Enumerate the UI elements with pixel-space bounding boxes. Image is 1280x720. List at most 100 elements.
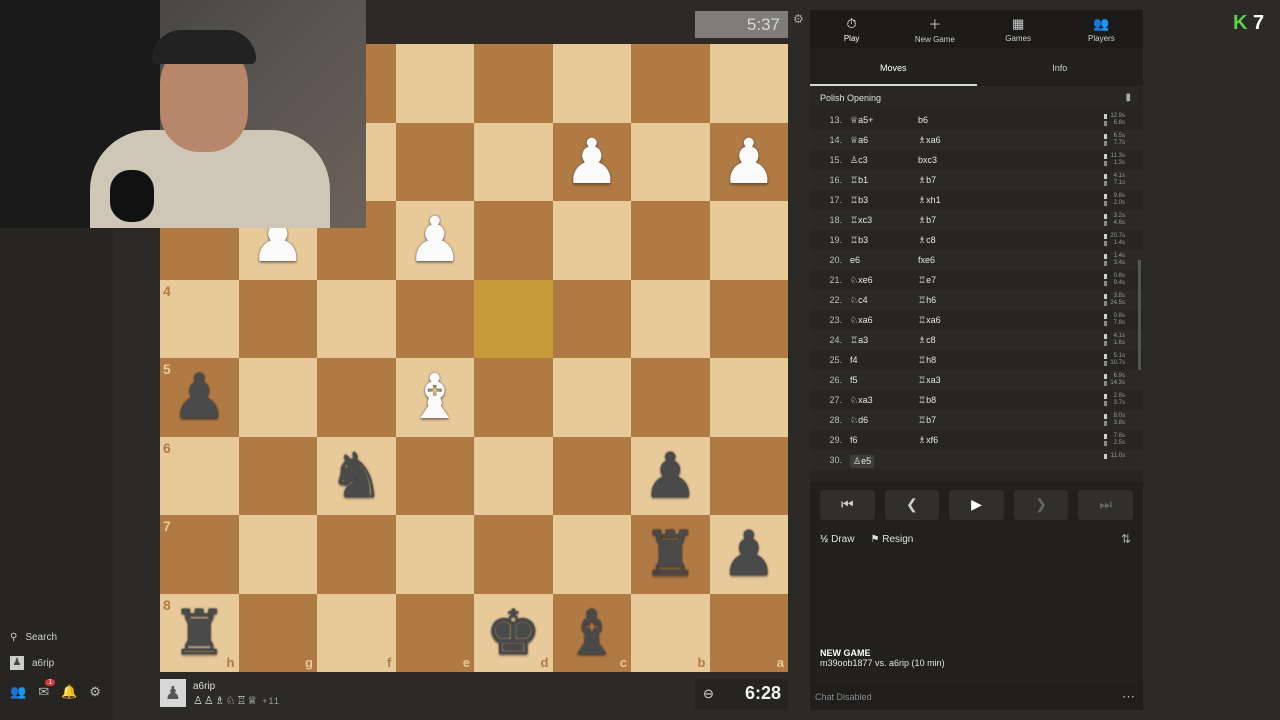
board-square[interactable] [238, 436, 317, 515]
black-move[interactable]: ♗xa6 [918, 135, 941, 146]
board-square[interactable] [238, 279, 317, 358]
board-square[interactable]: ♟ [709, 515, 789, 594]
black-move[interactable]: b6 [918, 115, 928, 125]
black-move[interactable]: bxc3 [918, 155, 937, 165]
board-square[interactable]: ♟ [709, 122, 789, 202]
black-move[interactable]: ♗xf6 [918, 435, 938, 446]
black-move[interactable]: ♖xa6 [918, 315, 941, 326]
board-square[interactable]: ♝ [395, 358, 475, 437]
gear-icon[interactable]: ⚙ [89, 684, 101, 700]
draw-button[interactable]: ½ Draw [820, 534, 854, 545]
board-square[interactable] [552, 358, 631, 437]
black-rook[interactable]: ♜ [160, 594, 239, 673]
player-name[interactable]: a6rip [193, 681, 215, 692]
board-square[interactable] [709, 201, 788, 280]
white-move[interactable]: f6 [850, 435, 858, 445]
board-square[interactable]: f [317, 593, 396, 672]
move-list-scrollbar[interactable] [1138, 260, 1141, 370]
board-square[interactable]: 6 [160, 436, 239, 515]
board-square[interactable] [317, 279, 396, 358]
board-square[interactable]: 8 h ♜ [160, 593, 239, 673]
white-move[interactable]: ♖b1 [850, 175, 868, 186]
board-square[interactable] [631, 201, 710, 280]
tab-info[interactable]: Info [977, 48, 1144, 86]
black-bishop[interactable]: ♝ [553, 594, 632, 673]
board-square[interactable] [238, 515, 317, 594]
book-icon[interactable]: ▮ [1125, 92, 1131, 103]
black-rook[interactable]: ♜ [631, 515, 710, 594]
white-move[interactable]: ♕a6 [850, 135, 868, 146]
board-square[interactable] [709, 44, 788, 123]
board-square[interactable] [631, 358, 710, 437]
next-move-button[interactable]: ❯ [1013, 490, 1069, 520]
friends-icon[interactable]: 👥 [10, 684, 26, 700]
board-square[interactable] [395, 279, 474, 358]
black-pawn[interactable]: ♟ [631, 437, 710, 516]
sidebar-user[interactable]: ♟ a6rip [10, 656, 54, 670]
board-square[interactable]: ♟ [395, 201, 475, 280]
board-square[interactable]: 5 ♟ [160, 358, 239, 437]
white-move[interactable]: ♘xa3 [850, 395, 873, 406]
black-king[interactable]: ♚ [474, 594, 553, 673]
sidebar-search[interactable]: ⚲ Search [10, 632, 57, 643]
board-square[interactable]: b [631, 593, 710, 672]
black-move[interactable]: ♗b7 [918, 175, 936, 186]
white-move[interactable]: ♙c3 [850, 155, 868, 166]
black-move[interactable]: ♖xa3 [918, 375, 941, 386]
board-square[interactable]: c ♝ [552, 593, 632, 673]
white-move[interactable]: ♘xe6 [850, 275, 873, 286]
board-square[interactable] [474, 515, 553, 594]
nav-tab-new-game[interactable]: ＋ New Game [893, 10, 976, 48]
board-square[interactable] [474, 201, 553, 280]
white-move[interactable]: ♖a3 [850, 335, 868, 346]
black-move[interactable]: ♖b8 [918, 395, 936, 406]
bell-icon[interactable]: 🔔 [61, 684, 77, 700]
white-move[interactable]: ♖b3 [850, 195, 868, 206]
play-button[interactable]: ▶ [949, 490, 1004, 520]
board-square[interactable] [709, 436, 788, 515]
white-move[interactable]: ♕a5+ [850, 115, 873, 126]
white-move[interactable]: ♘c4 [850, 295, 868, 306]
board-square[interactable] [709, 279, 788, 358]
board-square[interactable]: e [395, 593, 474, 672]
board-settings-gear-icon[interactable]: ⚙ [793, 12, 804, 26]
black-move[interactable]: ♖e7 [918, 275, 936, 286]
nav-tab-play[interactable]: ⏱ Play [810, 10, 893, 48]
nav-tab-players[interactable]: 👥 Players [1060, 10, 1143, 48]
white-pawn[interactable]: ♟ [710, 123, 789, 202]
mail-icon[interactable]: ✉ 1 [38, 679, 56, 700]
white-move[interactable]: ♖b3 [850, 235, 868, 246]
black-move[interactable]: fxe6 [918, 255, 935, 265]
white-move[interactable]: ♖xc3 [850, 215, 872, 226]
board-square[interactable] [474, 436, 553, 515]
resign-button[interactable]: ⚑ Resign [870, 534, 913, 545]
more-options-icon[interactable]: ⋯ [1122, 689, 1135, 705]
flip-board-icon[interactable]: ⇅ [1121, 532, 1131, 546]
previous-move-button[interactable]: ❮ [884, 490, 940, 520]
board-square[interactable] [395, 122, 474, 201]
white-pawn[interactable]: ♟ [396, 201, 475, 280]
white-pawn[interactable]: ♟ [553, 123, 632, 202]
board-square[interactable]: 4 [160, 279, 239, 358]
board-square[interactable]: a [709, 593, 788, 672]
board-square[interactable] [395, 44, 474, 123]
board-square[interactable] [395, 515, 474, 594]
white-bishop[interactable]: ♝ [396, 358, 475, 437]
last-move-button[interactable]: ⏭ [1078, 490, 1133, 520]
board-square[interactable] [395, 436, 474, 515]
black-move[interactable]: ♗c8 [918, 235, 936, 246]
black-move[interactable]: ♗xh1 [918, 195, 941, 206]
board-square[interactable] [317, 515, 396, 594]
player-avatar[interactable]: ♟ [160, 679, 186, 707]
board-square[interactable]: ♜ [631, 515, 710, 594]
board-square[interactable] [474, 44, 553, 123]
board-square[interactable] [552, 44, 631, 123]
board-square[interactable]: ♞ [317, 436, 396, 515]
first-move-button[interactable]: ⏮ [820, 490, 875, 520]
black-pawn[interactable]: ♟ [710, 515, 789, 594]
board-square[interactable] [552, 279, 631, 358]
white-move[interactable]: ♘xa6 [850, 315, 873, 326]
board-square[interactable] [317, 358, 396, 437]
black-move[interactable]: ♗c8 [918, 335, 936, 346]
board-square[interactable] [552, 201, 631, 280]
